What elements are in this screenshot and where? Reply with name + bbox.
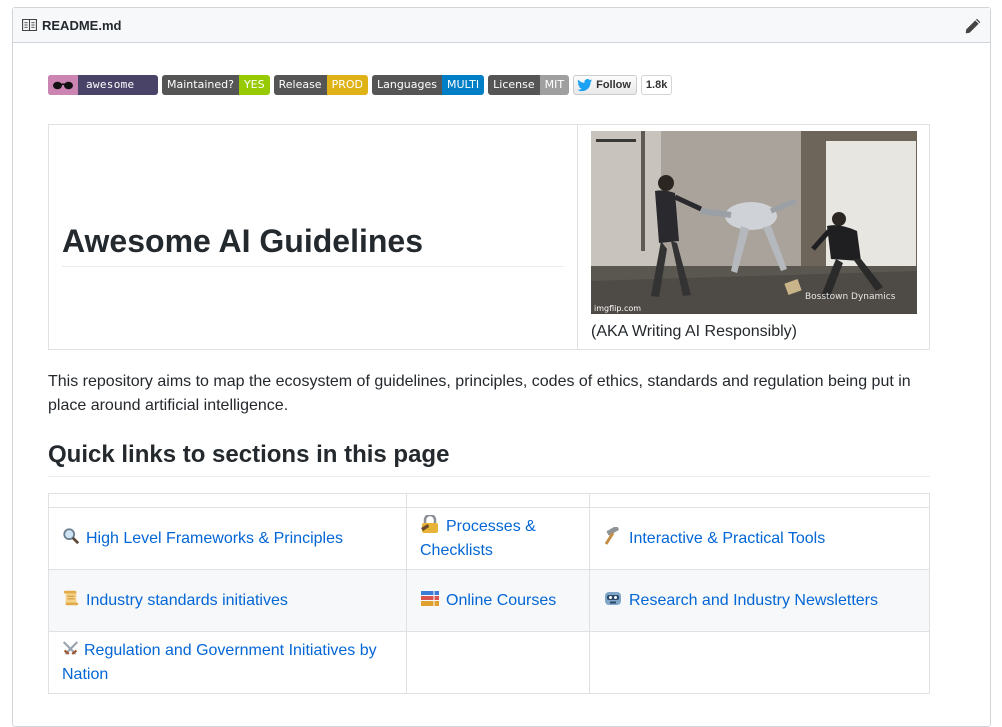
hero-table: Awesome AI Guidelines imgflip.com Bossto…: [48, 124, 930, 350]
table-cell: Regulation and Government Initiatives by…: [48, 631, 407, 694]
badge-label: Maintained?: [162, 75, 239, 95]
table-cell: Interactive & Practical Tools: [589, 507, 930, 570]
twitter-follow-button[interactable]: Follow: [573, 75, 637, 95]
table-cell: Research and Industry Newsletters: [589, 569, 930, 632]
gif-watermark-right: Bosstown Dynamics: [805, 292, 896, 302]
file-name: README.md: [42, 17, 122, 33]
table-cell: [589, 631, 930, 694]
table-cell: [406, 631, 590, 694]
table-row: Industry standards initiatives Online Co…: [48, 569, 930, 632]
table-cell: High Level Frameworks & Principles: [48, 507, 407, 570]
books-icon: [421, 590, 439, 606]
table-cell: Industry standards initiatives: [48, 569, 407, 632]
release-badge[interactable]: Release PROD: [273, 75, 368, 95]
badge-value: MIT: [539, 75, 570, 95]
intro-paragraph: This repository aims to map the ecosyste…: [48, 373, 911, 414]
readme-content: awesome Maintained? YES Release PROD Lan…: [48, 75, 930, 694]
link-regulation-government[interactable]: Regulation and Government Initiatives by…: [62, 642, 377, 683]
table-cell: Processes & Checklists: [406, 507, 590, 570]
image-caption: (AKA Writing AI Responsibly): [591, 323, 798, 340]
badge-value: awesome: [86, 78, 135, 91]
table-cell: Online Courses: [406, 569, 590, 632]
lock-icon: [421, 514, 438, 533]
badge-label: Languages: [371, 75, 443, 95]
quick-links-table: High Level Frameworks & Principles Proce…: [48, 493, 930, 694]
twitter-follow-widget: Follow 1.8k: [573, 75, 673, 95]
badge-value: YES: [238, 75, 270, 95]
badge-row: awesome Maintained? YES Release PROD Lan…: [48, 75, 930, 95]
hammer-icon: [604, 526, 619, 545]
badge-value: PROD: [326, 75, 368, 95]
follower-count[interactable]: 1.8k: [640, 75, 673, 95]
link-online-courses[interactable]: Online Courses: [446, 592, 556, 609]
twitter-bird-icon: [577, 78, 593, 91]
hero-title-cell: Awesome AI Guidelines: [48, 124, 578, 350]
link-high-level-frameworks[interactable]: High Level Frameworks & Principles: [86, 530, 343, 547]
quick-links-heading: Quick links to sections in this page: [48, 441, 450, 468]
badge-label: License: [488, 75, 540, 95]
book-icon: [22, 19, 37, 31]
page-title: Awesome AI Guidelines: [62, 223, 423, 259]
scroll-icon: [63, 590, 79, 605]
badge-label: Release: [273, 75, 327, 95]
edit-pencil-icon[interactable]: [964, 17, 982, 35]
file-header: README.md: [13, 8, 990, 43]
badge-value: MULTI: [442, 75, 485, 95]
link-industry-standards[interactable]: Industry standards initiatives: [86, 592, 288, 609]
table-row: High Level Frameworks & Principles Proce…: [48, 507, 930, 570]
hero-image-cell: imgflip.com Bosstown Dynamics (AKA Writi…: [577, 124, 930, 350]
title-divider: [62, 266, 564, 267]
link-research-newsletters[interactable]: Research and Industry Newsletters: [629, 592, 878, 609]
heading-divider: [48, 476, 930, 477]
gif-watermark-left: imgflip.com: [594, 304, 641, 313]
maintained-badge[interactable]: Maintained? YES: [162, 75, 270, 95]
magnifier-icon: [63, 527, 80, 544]
license-badge[interactable]: License MIT: [488, 75, 570, 95]
awesome-badge[interactable]: awesome: [48, 75, 158, 95]
robot-gif-image: imgflip.com Bosstown Dynamics: [591, 131, 917, 314]
sunglasses-icon: [48, 75, 78, 95]
follow-label: Follow: [596, 79, 631, 91]
languages-badge[interactable]: Languages MULTI: [371, 75, 485, 95]
crossed-swords-icon: [62, 640, 79, 655]
table-row: Regulation and Government Initiatives by…: [48, 631, 930, 694]
link-interactive-tools[interactable]: Interactive & Practical Tools: [629, 530, 825, 547]
robot-icon: [605, 591, 621, 605]
